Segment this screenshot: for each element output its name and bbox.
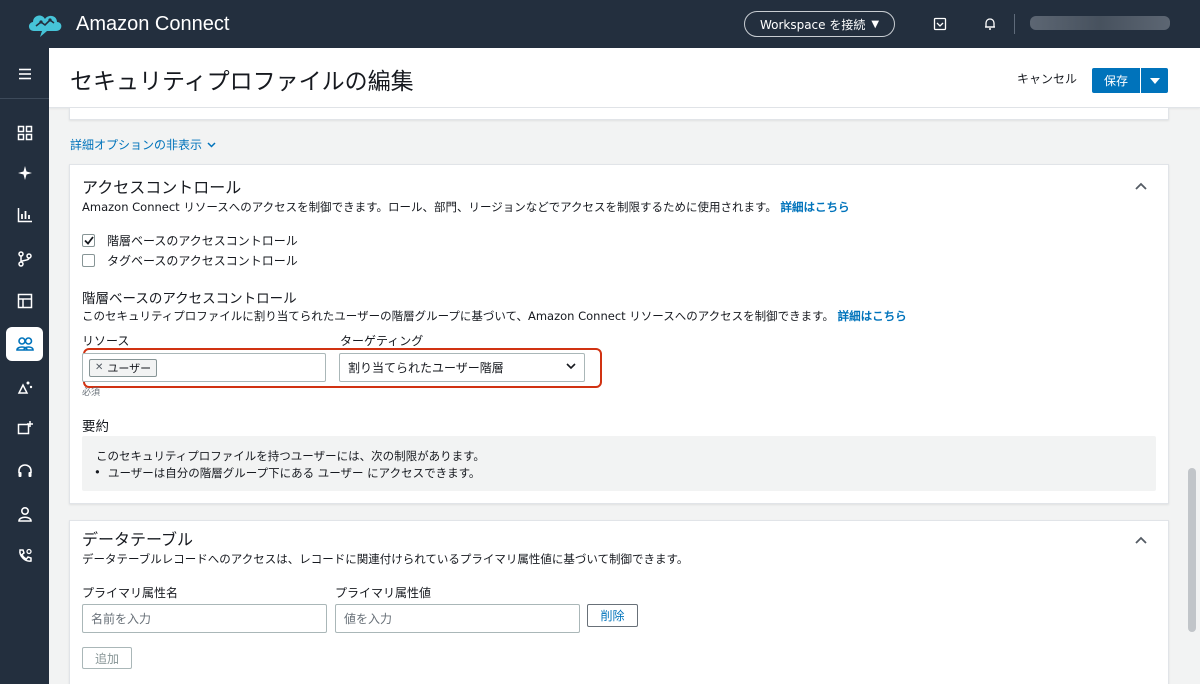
tag-checkbox-row[interactable]: タグベースのアクセスコントロール bbox=[82, 252, 298, 269]
tag-checkbox-label: タグベースのアクセスコントロール bbox=[107, 254, 298, 268]
sidebar-separator bbox=[0, 98, 49, 99]
caret-down-icon bbox=[1149, 77, 1160, 84]
topbar-divider bbox=[1014, 14, 1015, 34]
analytics-icon[interactable] bbox=[6, 198, 43, 232]
access-control-card: アクセスコントロール Amazon Connect リソースへのアクセスを制御で… bbox=[69, 164, 1169, 504]
caret-down-icon: ▼ bbox=[871, 18, 880, 30]
resource-token-label: ユーザー bbox=[107, 361, 152, 375]
remove-icon[interactable]: ✕ bbox=[95, 362, 103, 373]
chevron-down-icon bbox=[207, 141, 216, 148]
primary-attr-name-input[interactable]: 名前を入力 bbox=[82, 604, 327, 633]
connect-workspace-button[interactable]: Workspace を接続 ▼ bbox=[744, 11, 895, 37]
menu-icon[interactable] bbox=[6, 57, 43, 91]
resource-multiselect[interactable]: ✕ ユーザー bbox=[82, 353, 326, 382]
advanced-options-label: 詳細オプションの非表示 bbox=[70, 138, 203, 152]
headset-icon[interactable] bbox=[6, 454, 43, 488]
routing-icon[interactable] bbox=[6, 242, 43, 276]
hierarchy-section-title: 階層ベースのアクセスコントロール bbox=[82, 291, 297, 307]
cancel-button[interactable]: キャンセル bbox=[1017, 70, 1077, 87]
tag-checkbox[interactable] bbox=[82, 254, 95, 267]
resource-token: ✕ ユーザー bbox=[89, 358, 158, 377]
hierarchy-checkbox-row[interactable]: 階層ベースのアクセスコントロール bbox=[82, 232, 298, 249]
add-button[interactable]: 追加 bbox=[82, 647, 132, 669]
sparkle-icon[interactable] bbox=[6, 156, 43, 190]
summary-line: このセキュリティプロファイルを持つユーザーには、次の制限があります。 bbox=[96, 449, 485, 463]
phone-icon[interactable] bbox=[6, 539, 43, 573]
primary-attr-value-label: プライマリ属性値 bbox=[335, 586, 432, 600]
hierarchy-learn-more-link[interactable]: 詳細はこちら bbox=[838, 309, 907, 323]
hierarchy-checkbox[interactable] bbox=[82, 234, 95, 247]
access-control-title: アクセスコントロール bbox=[82, 178, 242, 197]
required-note: 必須 bbox=[82, 388, 101, 398]
hierarchy-description: このセキュリティプロファイルに割り当てられたユーザーの階層グループに基づいて、A… bbox=[82, 309, 907, 323]
check-icon bbox=[83, 236, 94, 245]
scrollbar[interactable] bbox=[1188, 468, 1196, 632]
connect-workspace-label: Workspace を接続 bbox=[759, 17, 866, 32]
channels-icon[interactable] bbox=[6, 370, 43, 404]
previous-card bbox=[69, 108, 1169, 120]
app-title: Amazon Connect bbox=[76, 12, 230, 35]
targeting-value: 割り当てられたユーザー階層 bbox=[348, 361, 504, 375]
page-title: セキュリティプロファイルの編集 bbox=[70, 69, 414, 95]
sidebar bbox=[0, 48, 49, 684]
targeting-select[interactable]: 割り当てられたユーザー階層 bbox=[339, 353, 585, 382]
save-button[interactable]: 保存 bbox=[1092, 68, 1140, 93]
user-menu[interactable] bbox=[1030, 16, 1170, 30]
delete-button[interactable]: 削除 bbox=[587, 604, 638, 627]
save-dropdown-button[interactable] bbox=[1141, 68, 1168, 93]
dashboard-icon[interactable] bbox=[6, 116, 43, 150]
layout-icon[interactable] bbox=[6, 284, 43, 318]
inbox-icon[interactable] bbox=[930, 14, 950, 34]
page-header: セキュリティプロファイルの編集 キャンセル 保存 bbox=[49, 48, 1200, 108]
chevron-up-icon[interactable] bbox=[1134, 533, 1148, 547]
name-placeholder: 名前を入力 bbox=[91, 612, 152, 626]
data-table-description: データテーブルレコードへのアクセスは、レコードに関連付けられているプライマリ属性… bbox=[82, 552, 689, 566]
summary-bullet: ユーザーは自分の階層グループ下にある ユーザー にアクセスできます。 bbox=[94, 465, 480, 481]
learn-more-link[interactable]: 詳細はこちら bbox=[781, 200, 850, 214]
value-placeholder: 値を入力 bbox=[344, 612, 393, 626]
top-bar: Amazon Connect Workspace を接続 ▼ bbox=[0, 0, 1200, 48]
advanced-options-toggle[interactable]: 詳細オプションの非表示 bbox=[70, 136, 216, 153]
users-icon[interactable] bbox=[6, 327, 43, 361]
summary-box: このセキュリティプロファイルを持つユーザーには、次の制限があります。 ユーザーは… bbox=[82, 436, 1156, 491]
amazon-connect-logo-icon[interactable] bbox=[26, 8, 64, 40]
user-icon[interactable] bbox=[6, 497, 43, 531]
bell-icon[interactable] bbox=[980, 14, 1000, 34]
integrations-icon[interactable] bbox=[6, 411, 43, 445]
primary-attr-name-label: プライマリ属性名 bbox=[82, 586, 179, 600]
resource-label: リソース bbox=[82, 334, 130, 348]
access-control-description: Amazon Connect リソースへのアクセスを制御できます。ロール、部門、… bbox=[82, 200, 850, 214]
data-table-card: データテーブル データテーブルレコードへのアクセスは、レコードに関連付けられてい… bbox=[69, 520, 1169, 684]
data-table-title: データテーブル bbox=[82, 530, 194, 549]
primary-attr-value-input[interactable]: 値を入力 bbox=[335, 604, 580, 633]
chevron-up-icon[interactable] bbox=[1134, 179, 1148, 193]
chevron-down-icon bbox=[566, 363, 576, 370]
targeting-label: ターゲティング bbox=[340, 334, 424, 348]
summary-title: 要約 bbox=[82, 419, 109, 435]
hierarchy-checkbox-label: 階層ベースのアクセスコントロール bbox=[107, 234, 298, 248]
